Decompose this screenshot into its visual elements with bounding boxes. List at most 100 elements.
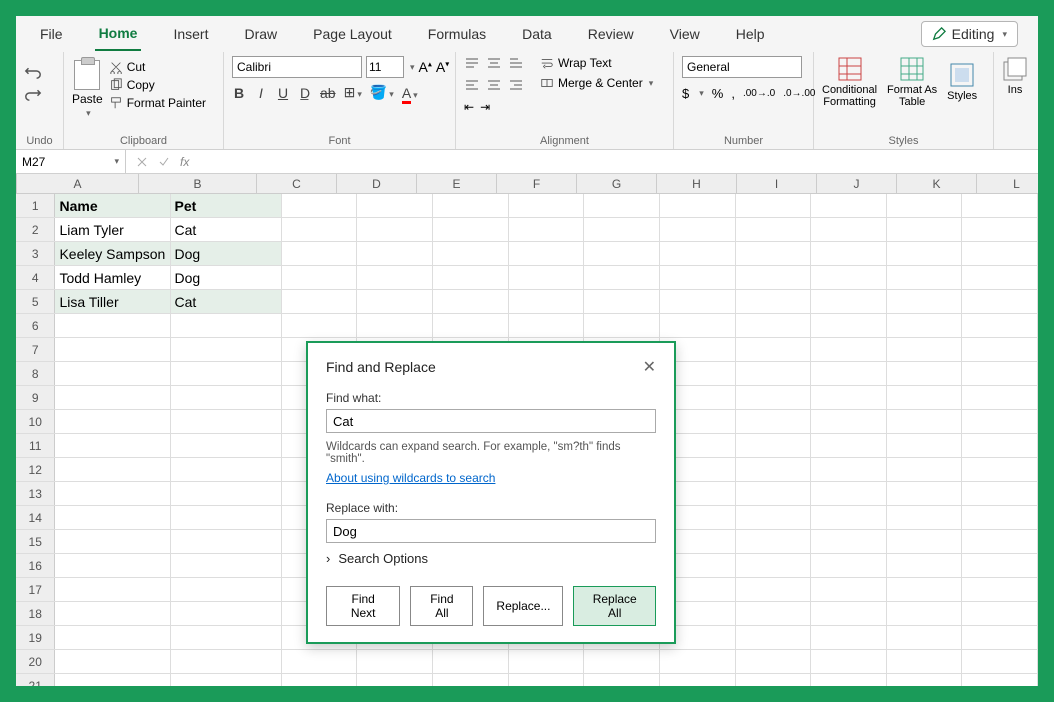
row-header[interactable]: 9: [16, 386, 55, 409]
cell[interactable]: [887, 506, 963, 529]
cell[interactable]: [811, 410, 887, 433]
cell[interactable]: [55, 362, 170, 385]
cell[interactable]: [887, 266, 963, 289]
conditional-formatting-button[interactable]: Conditional Formatting: [822, 56, 877, 108]
cell[interactable]: [736, 410, 812, 433]
cell[interactable]: [171, 530, 282, 553]
cell[interactable]: [811, 626, 887, 649]
cell[interactable]: [887, 602, 963, 625]
chevron-down-icon[interactable]: ▾: [410, 62, 415, 73]
replace-all-button[interactable]: Replace All: [573, 586, 656, 626]
cell[interactable]: [171, 554, 282, 577]
cell[interactable]: [962, 410, 1038, 433]
cell[interactable]: [811, 506, 887, 529]
cell[interactable]: [962, 482, 1038, 505]
cell[interactable]: [55, 674, 170, 686]
paste-button[interactable]: Paste ▾: [72, 56, 103, 119]
cell[interactable]: [171, 386, 282, 409]
cell[interactable]: [171, 650, 282, 673]
cell[interactable]: [55, 626, 170, 649]
cell[interactable]: [811, 458, 887, 481]
row-header[interactable]: 16: [16, 554, 55, 577]
column-header[interactable]: G: [577, 174, 657, 193]
cell[interactable]: [811, 194, 887, 217]
cell[interactable]: [660, 314, 736, 337]
cell[interactable]: [811, 362, 887, 385]
cell[interactable]: [660, 290, 736, 313]
column-header[interactable]: D: [337, 174, 417, 193]
cell[interactable]: [433, 650, 509, 673]
cell[interactable]: [887, 482, 963, 505]
copy-button[interactable]: Copy: [109, 78, 206, 92]
cell[interactable]: [887, 218, 963, 241]
cell[interactable]: [811, 242, 887, 265]
cell[interactable]: Dog: [171, 266, 282, 289]
cancel-icon[interactable]: [136, 156, 148, 168]
cell[interactable]: [433, 674, 509, 686]
cell[interactable]: [887, 314, 963, 337]
fill-color-button[interactable]: 🪣▾: [370, 84, 394, 101]
cell[interactable]: [282, 290, 358, 313]
find-what-input[interactable]: [326, 409, 656, 433]
cell[interactable]: [282, 674, 358, 686]
find-all-button[interactable]: Find All: [410, 586, 473, 626]
cell[interactable]: [736, 314, 812, 337]
double-underline-button[interactable]: D̲: [298, 85, 312, 101]
replace-button[interactable]: Replace...: [483, 586, 563, 626]
cell[interactable]: [736, 194, 812, 217]
currency-button[interactable]: $: [682, 86, 689, 101]
column-header[interactable]: A: [17, 174, 139, 193]
cell[interactable]: [171, 314, 282, 337]
cell[interactable]: [736, 578, 812, 601]
cell[interactable]: [282, 650, 358, 673]
cell[interactable]: [962, 242, 1038, 265]
row-header[interactable]: 17: [16, 578, 55, 601]
row-header[interactable]: 7: [16, 338, 55, 361]
row-header[interactable]: 14: [16, 506, 55, 529]
cell[interactable]: [509, 674, 585, 686]
cell[interactable]: [357, 218, 433, 241]
cell[interactable]: [811, 266, 887, 289]
cell[interactable]: [736, 458, 812, 481]
cell[interactable]: [357, 674, 433, 686]
cell[interactable]: [962, 194, 1038, 217]
tab-formulas[interactable]: Formulas: [424, 18, 490, 50]
cell[interactable]: [282, 218, 358, 241]
align-middle-button[interactable]: [486, 56, 504, 74]
cell[interactable]: [357, 650, 433, 673]
decrease-decimal-button[interactable]: .0→.00: [783, 88, 815, 99]
comma-button[interactable]: ,: [731, 86, 735, 101]
cell[interactable]: [584, 218, 660, 241]
check-icon[interactable]: [158, 156, 170, 168]
cell[interactable]: [887, 626, 963, 649]
cell[interactable]: [55, 554, 170, 577]
column-header[interactable]: K: [897, 174, 977, 193]
cell[interactable]: [171, 602, 282, 625]
cell[interactable]: [736, 434, 812, 457]
cell[interactable]: [736, 626, 812, 649]
cell[interactable]: [55, 410, 170, 433]
borders-button[interactable]: ⊞▾: [344, 84, 362, 101]
cell[interactable]: [584, 266, 660, 289]
align-center-button[interactable]: [486, 78, 504, 96]
number-format-select[interactable]: [682, 56, 802, 78]
cell[interactable]: [736, 554, 812, 577]
cell[interactable]: [357, 314, 433, 337]
cell[interactable]: [433, 290, 509, 313]
cell[interactable]: [660, 218, 736, 241]
tab-home[interactable]: Home: [95, 17, 142, 51]
column-header[interactable]: F: [497, 174, 577, 193]
cell[interactable]: [55, 314, 170, 337]
decrease-indent-button[interactable]: ⇤: [464, 100, 474, 114]
fx-label[interactable]: fx: [180, 155, 189, 169]
wildcard-help-link[interactable]: About using wildcards to search: [326, 471, 495, 485]
cell[interactable]: [811, 674, 887, 686]
cell[interactable]: Cat: [171, 290, 282, 313]
cell[interactable]: [282, 242, 358, 265]
cell[interactable]: [736, 266, 812, 289]
row-header[interactable]: 1: [16, 194, 55, 217]
cell[interactable]: [962, 506, 1038, 529]
cell[interactable]: [962, 362, 1038, 385]
cell[interactable]: [357, 242, 433, 265]
cell[interactable]: [660, 650, 736, 673]
